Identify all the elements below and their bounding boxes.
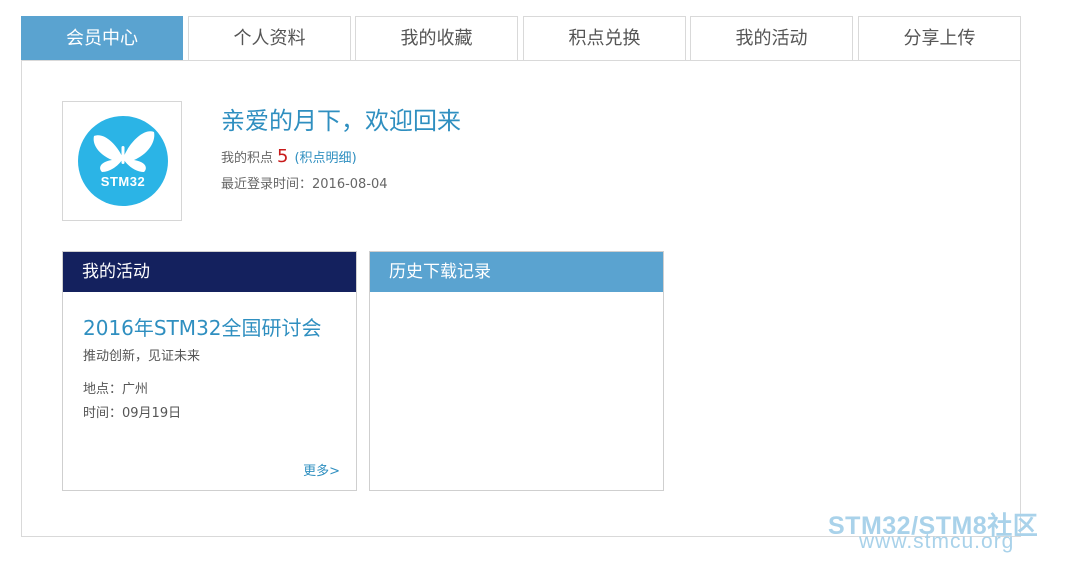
tab-share-upload[interactable]: 分享上传 bbox=[858, 16, 1021, 60]
last-login-label: 最近登录时间： bbox=[221, 177, 313, 192]
avatar-logo-text: STM32 bbox=[100, 174, 146, 189]
points-detail-link[interactable]: (积点明细) bbox=[294, 151, 356, 166]
points-value: 5 bbox=[277, 146, 289, 167]
tab-points-exchange[interactable]: 积点兑换 bbox=[523, 16, 686, 60]
points-summary: 我的积点 5 (积点明细) bbox=[221, 146, 357, 167]
tab-personal-info[interactable]: 个人资料 bbox=[188, 16, 351, 60]
tab-bar: 会员中心 个人资料 我的收藏 积点兑换 我的活动 分享上传 bbox=[21, 16, 1021, 60]
more-activities-link[interactable]: 更多> bbox=[303, 460, 340, 479]
download-history-card: 历史下载记录 bbox=[369, 251, 664, 491]
welcome-heading: 亲爱的月下，欢迎回来 bbox=[221, 107, 461, 135]
avatar[interactable]: STM32 bbox=[62, 101, 182, 221]
my-activities-card: 我的活动 2016年STM32全国研讨会 推动创新，见证未来 地点：广州 时间：… bbox=[62, 251, 357, 491]
event-title-link[interactable]: 2016年STM32全国研讨会 bbox=[83, 312, 322, 341]
tab-favorites[interactable]: 我的收藏 bbox=[355, 16, 518, 60]
member-center-panel: STM32 亲爱的月下，欢迎回来 我的积点 5 (积点明细) 最近登录时间：2016… bbox=[21, 60, 1021, 537]
my-activities-card-title: 我的活动 bbox=[63, 252, 356, 292]
event-subtitle: 推动创新，见证未来 bbox=[83, 349, 201, 364]
event-time: 时间：09月19日 bbox=[83, 406, 182, 421]
points-label: 我的积点 bbox=[221, 151, 274, 166]
tab-my-activities[interactable]: 我的活动 bbox=[690, 16, 853, 60]
event-location: 地点：广州 bbox=[83, 382, 149, 397]
watermark-url: www.stmcu.org bbox=[859, 530, 1015, 553]
last-login: 最近登录时间：2016-08-04 bbox=[221, 173, 388, 192]
points-detail-link-label[interactable]: 积点明细 bbox=[300, 151, 352, 166]
stm32-butterfly-logo-icon: STM32 bbox=[78, 116, 168, 206]
last-login-date: 2016-08-04 bbox=[312, 177, 388, 192]
tab-member-center[interactable]: 会员中心 bbox=[21, 16, 183, 60]
download-history-card-title: 历史下载记录 bbox=[370, 252, 663, 292]
